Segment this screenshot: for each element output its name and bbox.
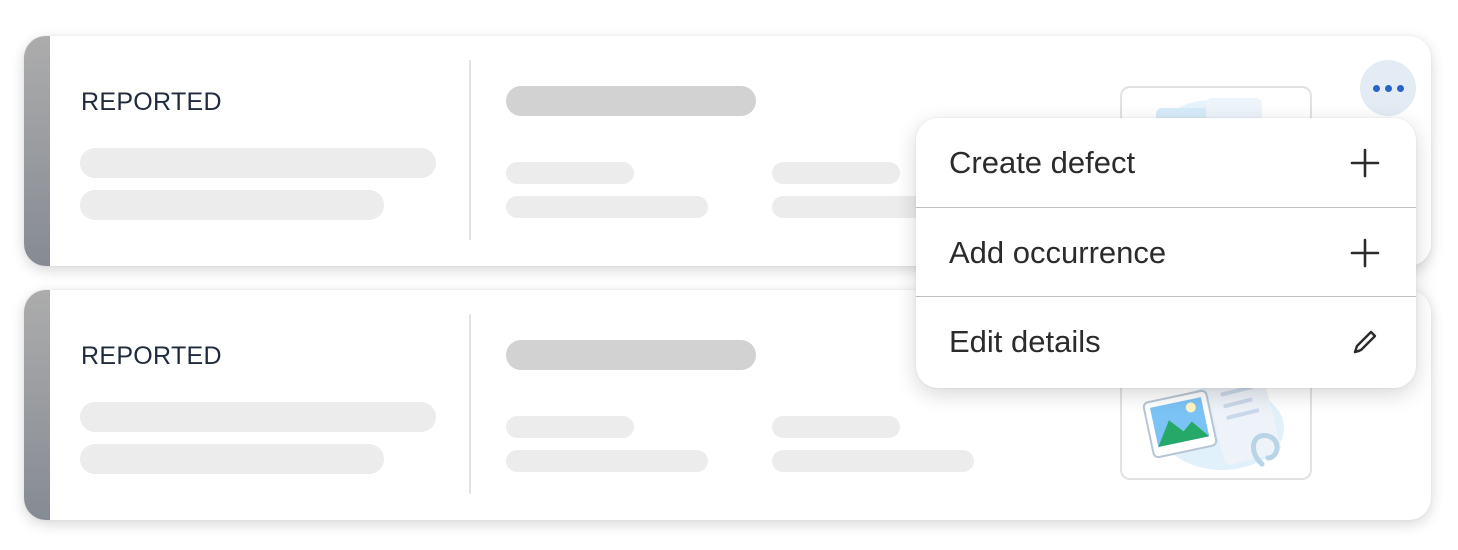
more-horizontal-icon bbox=[1384, 84, 1392, 92]
menu-item-edit-details[interactable]: Edit details bbox=[916, 297, 1416, 386]
more-horizontal-icon bbox=[1372, 84, 1380, 92]
skeleton-line bbox=[506, 450, 708, 472]
skeleton-line bbox=[772, 162, 900, 184]
status-stripe bbox=[24, 36, 50, 266]
menu-item-create-defect[interactable]: Create defect bbox=[916, 118, 1416, 207]
skeleton-line bbox=[506, 416, 634, 438]
menu-item-add-occurrence[interactable]: Add occurrence bbox=[916, 208, 1416, 297]
skeleton-title bbox=[506, 340, 756, 370]
skeleton-line bbox=[80, 148, 436, 178]
plus-icon bbox=[1350, 148, 1380, 178]
plus-icon bbox=[1350, 238, 1380, 268]
skeleton-line bbox=[80, 402, 436, 432]
status-label: REPORTED bbox=[81, 342, 222, 370]
more-horizontal-icon bbox=[1396, 84, 1404, 92]
skeleton-line bbox=[80, 444, 384, 474]
column-divider bbox=[469, 314, 471, 494]
menu-item-label: Create defect bbox=[949, 144, 1136, 180]
more-options-button[interactable] bbox=[1360, 60, 1416, 116]
column-divider bbox=[469, 60, 471, 240]
skeleton-line bbox=[80, 190, 384, 220]
menu-item-label: Add occurrence bbox=[949, 234, 1167, 270]
skeleton-line bbox=[506, 196, 708, 218]
pencil-icon bbox=[1350, 327, 1380, 357]
actions-menu: Create defect Add occurrence Edit detail… bbox=[916, 118, 1416, 388]
status-stripe bbox=[24, 290, 50, 520]
skeleton-line bbox=[772, 416, 900, 438]
skeleton-line bbox=[506, 162, 634, 184]
skeleton-line bbox=[772, 450, 974, 472]
menu-item-label: Edit details bbox=[949, 323, 1101, 359]
status-label: REPORTED bbox=[81, 88, 222, 116]
skeleton-title bbox=[506, 86, 756, 116]
